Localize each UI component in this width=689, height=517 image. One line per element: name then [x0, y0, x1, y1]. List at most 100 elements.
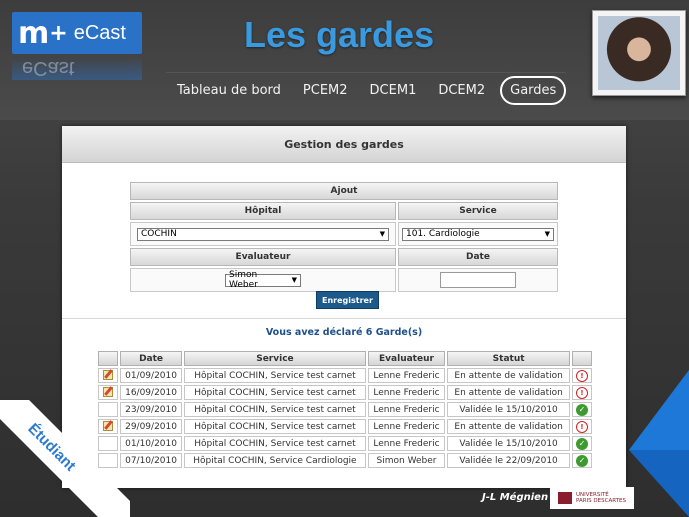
row-date: 01/09/2010 — [120, 368, 183, 383]
col-header-service: Service — [184, 351, 366, 366]
row-service: Hôpital COCHIN, Service test carnet — [184, 402, 366, 417]
chevron-down-icon: ▼ — [544, 230, 550, 238]
gardes-panel: Gestion des gardes Ajout Hôpital Service… — [62, 126, 626, 488]
ecast-mark-icon: m — [18, 15, 49, 51]
hospital-label: Hôpital — [130, 202, 396, 220]
service-label: Service — [398, 202, 558, 220]
university-emblem-icon — [558, 492, 573, 504]
row-edit-cell[interactable] — [98, 368, 118, 383]
row-status-icon-cell: ! — [572, 368, 592, 383]
gardes-table: Date Service Evaluateur Statut 01/09/201… — [96, 349, 594, 470]
validated-check-icon: ✓ — [576, 437, 588, 450]
nav-item-tableau-de-bord[interactable]: Tableau de bord — [177, 83, 281, 98]
university-name: UNIVERSITÉ PARIS DESCARTES — [576, 492, 626, 504]
date-input[interactable] — [440, 272, 516, 288]
row-status-icon-cell: ! — [572, 419, 592, 434]
row-service: Hôpital COCHIN, Service test carnet — [184, 419, 366, 434]
role-ribbon: Étudiant — [0, 400, 130, 517]
university-line2: PARIS DESCARTES — [576, 498, 626, 504]
slide-title: Les gardes — [244, 14, 435, 55]
university-logo: UNIVERSITÉ PARIS DESCARTES — [550, 487, 634, 509]
table-body: 01/09/2010 Hôpital COCHIN, Service test c… — [98, 368, 592, 468]
col-header-date: Date — [120, 351, 183, 366]
evaluator-cell: Simon Weber ▼ — [130, 268, 396, 292]
hospital-select-value: COCHIN — [141, 229, 177, 239]
row-evaluator: Lenne Frederic — [367, 436, 446, 451]
date-cell — [398, 268, 558, 292]
logo-reflection-text: eCast — [22, 57, 75, 80]
validated-check-icon: ✓ — [576, 403, 588, 416]
hospital-cell: COCHIN ▼ — [130, 222, 396, 246]
date-label: Date — [398, 248, 558, 266]
add-garde-form: Ajout Hôpital Service COCHIN ▼ 101. Card… — [128, 180, 560, 294]
save-button[interactable]: Enregistrer — [316, 291, 379, 309]
row-service: Hôpital COCHIN, Service test carnet — [184, 436, 366, 451]
row-service: Hôpital COCHIN, Service Cardiologie — [184, 453, 366, 468]
row-status: En attente de validation — [447, 368, 570, 383]
row-date: 16/09/2010 — [120, 385, 183, 400]
pending-warning-icon: ! — [576, 386, 588, 399]
service-select[interactable]: 101. Cardiologie ▼ — [402, 227, 554, 241]
row-service: Hôpital COCHIN, Service test carnet — [184, 385, 366, 400]
evaluator-label: Evaluateur — [130, 248, 396, 266]
row-evaluator: Simon Weber — [367, 453, 446, 468]
table-row: 01/10/2010 Hôpital COCHIN, Service test c… — [98, 436, 592, 451]
row-status: Validée le 15/10/2010 — [447, 402, 570, 417]
nav-item-dcem2[interactable]: DCEM2 — [438, 83, 485, 98]
evaluator-select[interactable]: Simon Weber ▼ — [225, 270, 301, 290]
hospital-select[interactable]: COCHIN ▼ — [137, 227, 389, 241]
col-header-status-icon — [572, 351, 592, 366]
row-service: Hôpital COCHIN, Service test carnet — [184, 368, 366, 383]
decorative-triangle-lower — [629, 450, 689, 517]
table-header-row: Date Service Evaluateur Statut — [98, 351, 592, 366]
nav-item-gardes[interactable]: Gardes — [500, 75, 567, 105]
logo-name: eCast — [73, 21, 126, 44]
table-row: 23/09/2010 Hôpital COCHIN, Service test c… — [98, 402, 592, 417]
row-edit-cell[interactable] — [98, 385, 118, 400]
nav-divider — [166, 72, 566, 73]
edit-icon[interactable] — [103, 370, 113, 381]
validated-check-icon: ✓ — [576, 454, 588, 467]
edit-icon[interactable] — [103, 387, 113, 398]
pending-warning-icon: ! — [576, 420, 588, 433]
role-ribbon-label: Étudiant — [24, 419, 80, 475]
row-evaluator: Lenne Frederic — [367, 402, 446, 417]
service-cell: 101. Cardiologie ▼ — [398, 222, 558, 246]
col-header-edit — [98, 351, 118, 366]
ecast-logo: m + eCast — [12, 12, 142, 54]
table-row: 01/09/2010 Hôpital COCHIN, Service test c… — [98, 368, 592, 383]
row-status-icon-cell: ✓ — [572, 436, 592, 451]
row-status-icon-cell: ✓ — [572, 453, 592, 468]
chevron-down-icon: ▼ — [291, 276, 297, 284]
form-section-title: Ajout — [130, 182, 558, 200]
row-status: Validée le 15/10/2010 — [447, 436, 570, 451]
evaluator-select-value: Simon Weber — [229, 270, 258, 290]
col-header-evaluator: Evaluateur — [367, 351, 446, 366]
row-evaluator: Lenne Frederic — [367, 385, 446, 400]
section-divider — [62, 318, 626, 319]
table-row: 16/09/2010 Hôpital COCHIN, Service test c… — [98, 385, 592, 400]
role-ribbon-band: Étudiant — [0, 400, 130, 517]
row-status-icon-cell: ✓ — [572, 402, 592, 417]
logo-reflection: eCast — [12, 56, 142, 80]
service-select-value: 101. Cardiologie — [406, 229, 480, 239]
declared-count-text: Vous avez déclaré 6 Garde(s) — [265, 327, 423, 338]
nav-item-dcem1[interactable]: DCEM1 — [370, 83, 417, 98]
table-row: 07/10/2010 Hôpital COCHIN, Service Cardio… — [98, 453, 592, 468]
nav-item-pcem2[interactable]: PCEM2 — [303, 83, 348, 98]
avatar — [592, 10, 686, 96]
author-name: J-L Mégnien — [482, 492, 549, 503]
pending-warning-icon: ! — [576, 369, 588, 382]
row-evaluator: Lenne Frederic — [367, 368, 446, 383]
row-status: Validée le 22/09/2010 — [447, 453, 570, 468]
plus-icon: + — [49, 20, 68, 46]
panel-title: Gestion des gardes — [62, 126, 626, 163]
col-header-status: Statut — [447, 351, 570, 366]
row-status: En attente de validation — [447, 419, 570, 434]
table-row: 29/09/2010 Hôpital COCHIN, Service test c… — [98, 419, 592, 434]
row-evaluator: Lenne Frederic — [367, 419, 446, 434]
row-status-icon-cell: ! — [572, 385, 592, 400]
chevron-down-icon: ▼ — [379, 230, 385, 238]
decorative-triangle — [629, 370, 689, 450]
avatar-photo — [598, 16, 680, 90]
